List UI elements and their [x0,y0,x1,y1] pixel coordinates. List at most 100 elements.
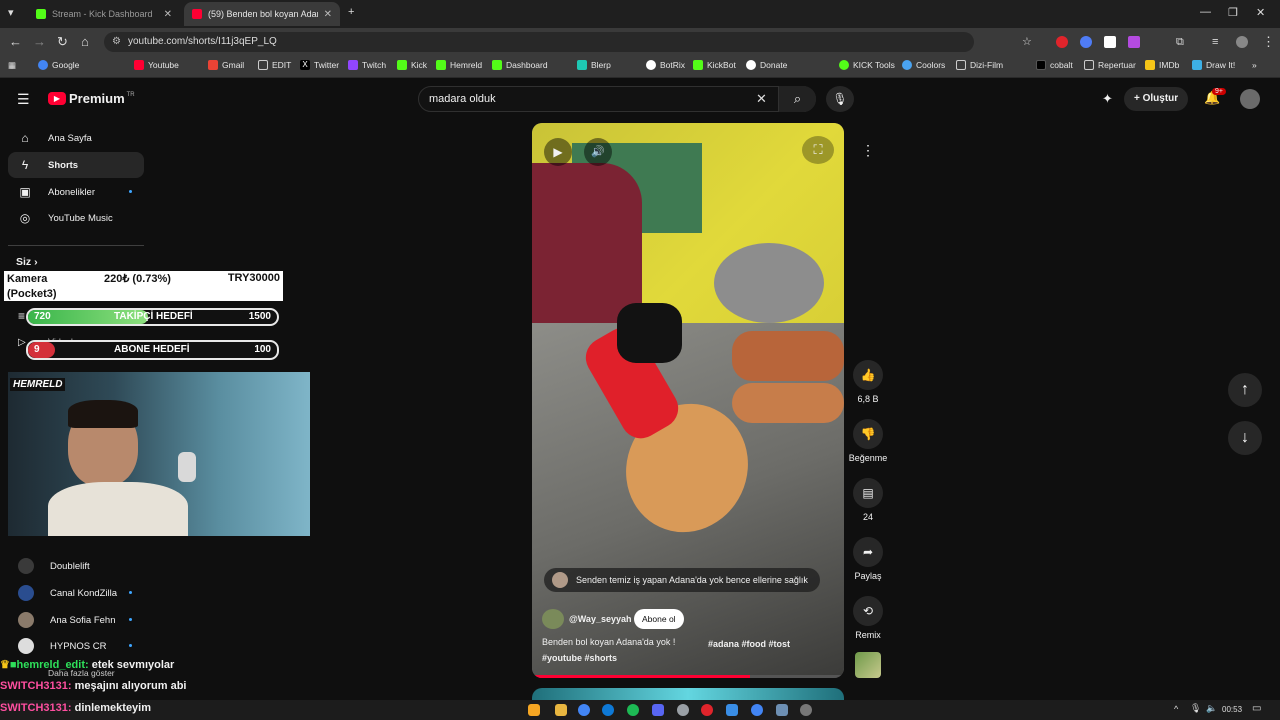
tab-youtube-short[interactable]: (59) Benden bol koyan Adana ✕ [184,2,340,26]
extensions-puzzle-icon[interactable]: ⧉ [1176,34,1184,50]
mute-button[interactable]: 🔊 [584,138,612,166]
profile-avatar[interactable] [1236,36,1248,48]
fullscreen-button[interactable]: ⛶ [802,136,834,164]
extension-icon[interactable] [1056,36,1068,48]
previous-short-button[interactable]: ↑ [1228,373,1262,407]
bookmark-kickbot[interactable]: KickBot [693,60,736,70]
share-button[interactable]: ➦ Paylaş [848,537,888,581]
play-button[interactable]: ▶ [544,138,572,166]
sidebar-item-shorts[interactable]: ϟ Shorts [8,152,144,178]
url-field[interactable]: ⚙ youtube.com/shorts/I11j3qEP_LQ [104,32,974,52]
clock[interactable]: 00:53 [1222,705,1242,714]
taskbar-app-icon[interactable] [726,704,738,716]
bookmark-botrix[interactable]: BotRix [646,60,685,70]
back-icon[interactable]: ← [9,34,22,50]
close-icon[interactable]: ✕ [318,9,332,20]
ai-sparkle-icon[interactable]: ✦ [1102,91,1113,107]
tab-list-icon[interactable]: ▾ [8,6,14,19]
bookmark-imdb[interactable]: IMDb [1145,60,1179,70]
bookmark-draw-it[interactable]: Draw It! [1192,60,1235,70]
bookmark-hemreld[interactable]: Hemreld [436,60,482,70]
bookmark-blerp[interactable]: Blerp [577,60,611,70]
bookmark-kick[interactable]: Kick [397,60,427,70]
extension-icon[interactable] [1104,36,1116,48]
sidebar-item-home[interactable]: ⌂ Ana Sayfa [8,125,144,151]
forward-icon[interactable]: → [33,34,46,50]
notification-center-icon[interactable]: ▭ [1252,703,1261,714]
taskbar-app-icon[interactable] [776,704,788,716]
bookmark-coolors[interactable]: Coolors [902,60,945,70]
create-button[interactable]: + Oluştur [1124,87,1189,111]
taskbar-app-icon[interactable] [701,704,713,716]
discord-icon[interactable] [652,704,664,716]
bookmark-dashboard[interactable]: Dashboard [492,60,548,70]
search-button[interactable]: ⌕ [778,86,816,112]
voice-search-button[interactable]: 🎙 [826,86,854,112]
sidebar-channel[interactable]: Ana Sofia Fehn [8,607,144,633]
bookmark-dizi-film[interactable]: Dizi-Film [956,60,1003,70]
taskbar-app-icon[interactable] [677,704,689,716]
site-info-icon[interactable]: ⚙ [112,32,121,52]
next-short-button[interactable]: ↓ [1228,421,1262,455]
bookmark-twitter[interactable]: X Twitter [300,60,339,70]
bookmark-donate[interactable]: Donate [746,60,787,70]
bookmark-edit[interactable]: EDIT [258,60,291,70]
like-button[interactable]: 👍 6,8 B [848,360,888,404]
sidebar-item-music[interactable]: ◎ YouTube Music [8,205,144,231]
clear-search-icon[interactable]: ✕ [756,91,767,107]
bookmark-cobalt[interactable]: cobalt [1036,60,1073,70]
extension-icon[interactable] [1128,36,1140,48]
reload-icon[interactable]: ↻ [57,34,68,50]
folder-icon[interactable] [555,704,567,716]
bookmark-star-icon[interactable]: ☆ [1022,34,1032,50]
sidebar-channel[interactable]: HYPNOS CR [8,633,144,659]
window-close-icon[interactable]: ✕ [1256,6,1265,19]
chrome-icon[interactable] [578,704,590,716]
media-control-icon[interactable]: ≡ [1212,34,1218,50]
channel-avatar[interactable] [542,609,564,629]
hamburger-menu-icon[interactable]: ☰ [17,91,30,108]
bookmark-youtube[interactable]: Youtube [134,60,179,70]
new-tab-icon[interactable]: + [348,6,354,18]
edge-icon[interactable] [602,704,614,716]
remix-button[interactable]: ⟲ Remix [848,596,888,640]
speaker-icon[interactable]: 🔈 [1206,703,1217,714]
sidebar-channel[interactable]: Canal KondZilla [8,580,144,606]
shorts-player[interactable]: ▶ 🔊 ⛶ Senden temiz iş yapan Adana'da yok… [532,123,844,678]
hashtags[interactable]: #adana #food #tost #youtube #shorts [542,637,832,665]
account-avatar[interactable] [1240,89,1260,109]
more-options-icon[interactable]: ⋮ [860,142,876,159]
more-bookmarks-icon[interactable]: » [1252,60,1257,70]
bookmark-repertuar[interactable]: Repertuar [1084,60,1136,70]
next-short-preview[interactable] [532,688,844,700]
sidebar-you-header[interactable]: Siz › [16,256,38,268]
home-browser-icon[interactable]: ⌂ [81,34,89,50]
channel-name[interactable]: @Way_seyyah [569,614,631,624]
tab-kick-dashboard[interactable]: Stream - Kick Dashboard ✕ [28,2,180,26]
bookmark-kick-tools[interactable]: KICK Tools [839,60,895,70]
sidebar-item-subscriptions[interactable]: ▣ Abonelikler [8,179,144,205]
bookmark-gmail[interactable]: Gmail [208,60,244,70]
bookmark-twitch[interactable]: Twitch [348,60,386,70]
minimize-icon[interactable]: — [1200,6,1211,18]
dislike-button[interactable]: 👎 Beğenme [848,419,888,463]
spotify-icon[interactable] [627,704,639,716]
comments-button[interactable]: ▤ 24 [848,478,888,522]
obs-icon[interactable] [800,704,812,716]
restore-icon[interactable]: ❐ [1228,6,1238,19]
progress-track[interactable] [532,675,844,678]
apps-grid-icon[interactable]: ▦ [8,60,16,71]
comment-preview[interactable]: Senden temiz iş yapan Adana'da yok bence… [544,568,820,592]
browser-menu-icon[interactable]: ⋮ [1262,34,1275,50]
subscribe-button[interactable]: Abone ol [634,609,684,629]
tray-chevron-icon[interactable]: ^ [1174,704,1178,714]
close-icon[interactable]: ✕ [158,9,172,20]
youtube-logo[interactable]: ▶ Premium TR [48,91,135,106]
chrome-icon[interactable] [751,704,763,716]
tray-mic-icon[interactable]: 🎙 [1190,703,1201,714]
bookmark-google[interactable]: Google [38,60,79,70]
extension-icon[interactable] [1080,36,1092,48]
sound-thumbnail[interactable] [855,652,881,678]
taskbar-app-icon[interactable] [528,704,540,716]
sidebar-channel[interactable]: Doublelift [8,553,144,579]
